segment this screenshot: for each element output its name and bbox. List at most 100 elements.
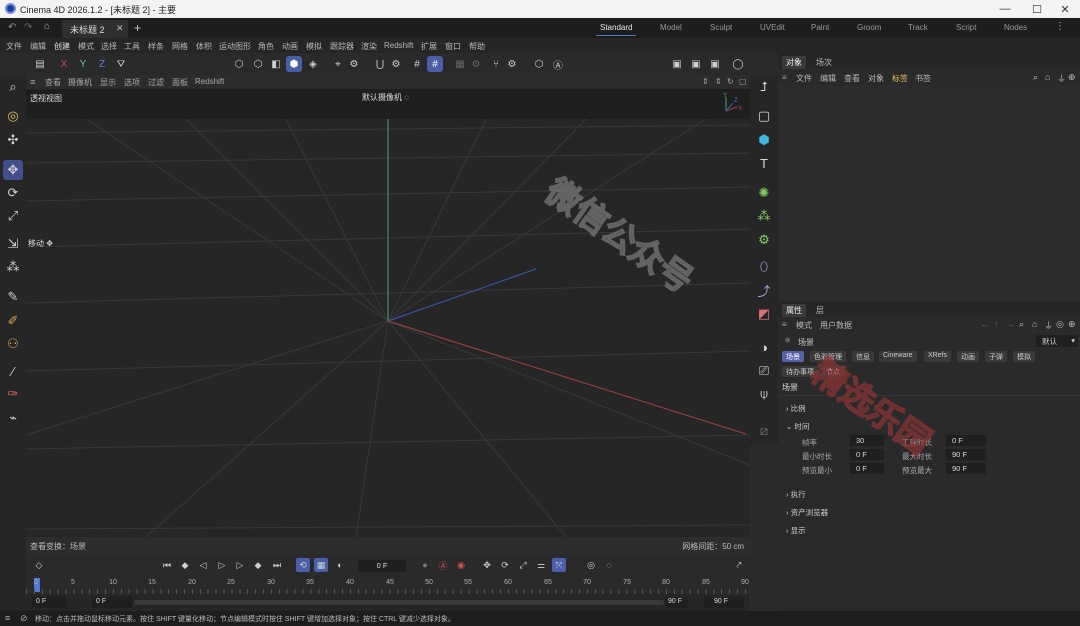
- attr-add-icon[interactable]: ⊕: [1068, 319, 1076, 330]
- tag-icon[interactable]: ⧄: [754, 421, 774, 441]
- objmgr-add-icon[interactable]: ⊕: [1068, 72, 1076, 83]
- workspace-uvedit[interactable]: UVEdit: [760, 23, 785, 32]
- null-object-icon[interactable]: ▢: [754, 106, 774, 126]
- preview-start-field[interactable]: 0 F: [92, 597, 132, 608]
- hamburger-icon[interactable]: ≡: [30, 77, 35, 87]
- pen-tool-icon[interactable]: ✎: [3, 287, 23, 307]
- menu-item-help[interactable]: 帮助: [469, 41, 485, 52]
- menu-item-volume[interactable]: 体积: [196, 41, 212, 52]
- close-tab-icon[interactable]: ✕: [116, 23, 124, 34]
- pick-session-icon[interactable]: ⮥: [754, 77, 774, 97]
- anim-tool-icon[interactable]: Ⓐ: [550, 56, 566, 72]
- brush-tool-icon[interactable]: ∕: [3, 361, 23, 381]
- tab-attributes[interactable]: 属性: [782, 304, 806, 317]
- settings-gear-icon[interactable]: ⚙: [346, 56, 362, 72]
- timeline-settings-icon[interactable]: ◌: [602, 558, 616, 572]
- coordinate-space-icon[interactable]: ⛛: [113, 56, 129, 72]
- keyframe-diamond-icon[interactable]: ◇: [32, 558, 46, 572]
- tab-takes[interactable]: 场次: [812, 56, 836, 69]
- tab-objects[interactable]: 对象: [782, 56, 806, 69]
- knife-tool-icon[interactable]: ✑: [3, 384, 23, 404]
- workspace-standard[interactable]: Standard: [595, 23, 638, 36]
- prev-key-button[interactable]: ◆: [178, 558, 192, 572]
- maximize-button[interactable]: ☐: [1022, 1, 1052, 17]
- preview-end-field[interactable]: 90 F: [666, 597, 688, 608]
- attr-menu-mode[interactable]: 模式: [796, 320, 812, 331]
- axis-lock-y[interactable]: Y: [75, 56, 91, 72]
- objmgr-search-icon[interactable]: ⌕: [1033, 72, 1038, 83]
- preview-range-slider[interactable]: [134, 600, 664, 605]
- group-time[interactable]: ⌄ 时间: [786, 421, 809, 432]
- subdivision-icon[interactable]: ✺: [754, 183, 774, 203]
- objmgr-home-icon[interactable]: ⌂: [1045, 72, 1050, 82]
- motion-system-icon[interactable]: ◎: [584, 558, 598, 572]
- viewport-menu-redshift[interactable]: Redshift: [195, 77, 224, 86]
- model-mode-icon[interactable]: ⬢: [286, 56, 302, 72]
- workspace-paint[interactable]: Paint: [811, 23, 829, 32]
- axis-mode-icon[interactable]: ⌖: [330, 56, 346, 72]
- polygons-mode-icon[interactable]: ◧: [268, 56, 284, 72]
- axis-lock-x[interactable]: X: [56, 56, 72, 72]
- field-icon[interactable]: ◩: [754, 304, 774, 324]
- deformer-icon[interactable]: ⬯: [754, 257, 774, 277]
- viewport-menu-camera[interactable]: 摄像机: [68, 77, 92, 88]
- chip-color-mgmt[interactable]: 色彩管理: [810, 351, 846, 362]
- grid-snap-icon[interactable]: #: [427, 56, 443, 72]
- viewport-menu-panel[interactable]: 面板: [172, 77, 188, 88]
- uv-mode-icon[interactable]: ◈: [305, 56, 321, 72]
- chip-bullet[interactable]: 子弹: [985, 351, 1007, 362]
- close-window-button[interactable]: ✕: [1050, 1, 1080, 17]
- menu-item-simulate[interactable]: 模拟: [306, 41, 322, 52]
- spline-pen-icon[interactable]: ⌁: [3, 408, 23, 428]
- preview-max-field[interactable]: 90 F: [946, 463, 986, 474]
- menu-item-mesh[interactable]: 网格: [172, 41, 188, 52]
- menu-item-select[interactable]: 选择: [101, 41, 117, 52]
- sky-environment-icon[interactable]: ◑: [754, 337, 774, 357]
- record-dot-icon[interactable]: ●: [418, 558, 432, 572]
- objmgr-menu-file[interactable]: 文件: [796, 73, 812, 84]
- add-tab-button[interactable]: +: [134, 21, 141, 35]
- start-frame-field[interactable]: 0 F: [32, 597, 66, 608]
- viewport-menu-view[interactable]: 查看: [45, 77, 61, 88]
- axis-lock-z[interactable]: Z: [94, 56, 110, 72]
- object-list[interactable]: [778, 85, 1080, 301]
- objmgr-menu-view[interactable]: 查看: [844, 73, 860, 84]
- project-length-field[interactable]: 0 F: [946, 435, 986, 446]
- render-view-icon[interactable]: ▣: [669, 56, 685, 72]
- render-settings-icon[interactable]: ◯: [730, 56, 746, 72]
- preview-range-button[interactable]: ▦: [314, 558, 328, 572]
- viewport-menu-filter[interactable]: 过滤: [148, 77, 164, 88]
- sound-icon[interactable]: ◖: [332, 558, 346, 572]
- attr-search-icon[interactable]: ⌕: [1019, 319, 1024, 330]
- status-menu-icon[interactable]: ≡: [5, 613, 10, 623]
- coordinate-system-icon[interactable]: ▤: [32, 56, 48, 72]
- chip-animation[interactable]: 动画: [957, 351, 979, 362]
- undo-icon[interactable]: ↶: [8, 22, 16, 33]
- menu-item-tools[interactable]: 工具: [124, 41, 140, 52]
- sketch-tool-icon[interactable]: ✐: [3, 311, 23, 331]
- group-display[interactable]: › 显示: [786, 525, 806, 536]
- viewport-zoom-icon[interactable]: ⇕: [715, 77, 722, 86]
- key-param-icon[interactable]: ⚌: [534, 558, 548, 572]
- menu-item-animate[interactable]: 动画: [282, 41, 298, 52]
- objmgr-menu-object[interactable]: 对象: [868, 73, 884, 84]
- key-scale-icon[interactable]: ⤢: [516, 558, 530, 572]
- text-spline-icon[interactable]: T: [754, 153, 774, 173]
- redo-icon[interactable]: ↷: [24, 22, 32, 33]
- rotate-tool-icon[interactable]: ⟳: [3, 183, 23, 203]
- menu-item-extensions[interactable]: 扩展: [421, 41, 437, 52]
- objmgr-menu-edit[interactable]: 编辑: [820, 73, 836, 84]
- workplane-icon[interactable]: #: [409, 56, 425, 72]
- sym-icon[interactable]: ⑂: [488, 56, 504, 72]
- timeline-ruler[interactable]: 0 5 10 15 20 25 30 35 40 45 50 55 60 65 …: [26, 578, 750, 594]
- group-ratio[interactable]: › 比例: [786, 403, 806, 414]
- chip-nodes[interactable]: 节点: [822, 366, 844, 377]
- objmgr-hamburger-icon[interactable]: ≡: [782, 73, 787, 82]
- current-frame-field[interactable]: 0 F: [358, 560, 406, 572]
- locked-workplane-icon[interactable]: ▦: [452, 56, 468, 72]
- camera-object-icon[interactable]: ⎚: [754, 361, 774, 381]
- menu-item-mode[interactable]: 模式: [78, 41, 94, 52]
- menu-item-file[interactable]: 文件: [6, 41, 22, 52]
- workspace-script[interactable]: Script: [956, 23, 976, 32]
- end-frame-field[interactable]: 90 F: [704, 597, 744, 608]
